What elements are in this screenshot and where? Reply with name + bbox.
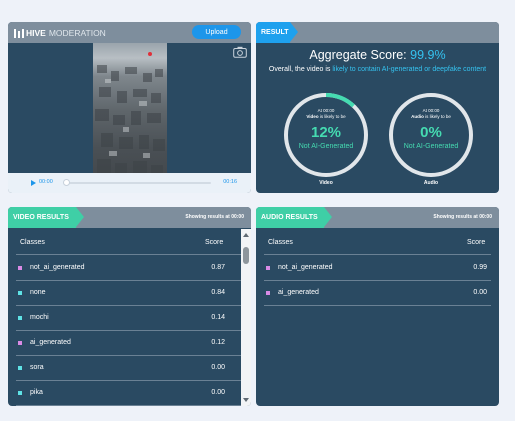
- upload-button[interactable]: Upload: [192, 25, 241, 39]
- scroll-thumb[interactable]: [243, 247, 249, 264]
- table-row: none 0.84: [8, 281, 251, 306]
- class-name: ai_generated: [278, 289, 319, 296]
- audio-gauge: At 00:00 Audio is likely to be 0% Not AI…: [388, 92, 474, 178]
- audio-results-tag: AUDIO RESULTS: [256, 207, 332, 228]
- video-results-tag: VIDEO RESULTS: [8, 207, 84, 228]
- table-row: sora 0.00: [8, 356, 251, 381]
- video-results-note: Showing results at 00:00: [185, 214, 244, 220]
- camera-icon[interactable]: [233, 46, 247, 58]
- video-gauge-caption: Video: [319, 180, 333, 186]
- class-color-dot: [18, 391, 22, 395]
- audio-results-tag-label: AUDIO RESULTS: [261, 214, 318, 221]
- class-color-dot: [18, 341, 22, 345]
- video-results-panel: VIDEO RESULTS Showing results at 00:00 C…: [8, 207, 251, 406]
- video-gauge-subject: Video: [306, 114, 319, 119]
- row-divider: [16, 405, 241, 406]
- overall-prefix: Overall, the video is: [268, 66, 331, 73]
- table-row: pika 0.00: [8, 381, 251, 406]
- class-color-dot: [18, 366, 22, 370]
- audio-gauge-label: Not AI-Generated: [403, 143, 459, 150]
- brand-moderation: MODERATION: [48, 28, 106, 38]
- video-col-score: Score: [205, 239, 224, 246]
- hive-bars-icon: [14, 28, 24, 38]
- hive-logo: HIVE MODERATION: [14, 28, 106, 38]
- video-gauge-label: Not AI-Generated: [298, 143, 354, 150]
- table-row: ai_generated 0.00: [256, 281, 499, 306]
- video-gauge-percent: 12%: [310, 124, 342, 141]
- scroll-down-icon[interactable]: [243, 398, 249, 402]
- brand-hive: HIVE: [26, 28, 46, 38]
- video-results-tag-label: VIDEO RESULTS: [13, 214, 69, 221]
- seek-bar[interactable]: [64, 182, 211, 184]
- result-tag-label: RESULT: [261, 29, 289, 36]
- scroll-up-icon[interactable]: [243, 233, 249, 237]
- video-head-divider: [16, 254, 241, 255]
- class-name: sora: [30, 364, 44, 371]
- aggregate-score: Aggregate Score: 99.9%: [256, 48, 499, 62]
- overall-summary: Overall, the video is likely to contain …: [264, 65, 491, 75]
- seek-handle[interactable]: [63, 179, 70, 186]
- class-score: 0.84: [211, 289, 225, 296]
- audio-col-classes: Classes: [268, 239, 293, 246]
- audio-results-panel: AUDIO RESULTS Showing results at 00:00 C…: [256, 207, 499, 406]
- current-time: 00:00: [39, 179, 53, 185]
- result-panel: RESULT Aggregate Score: 99.9% Overall, t…: [256, 22, 499, 193]
- class-score: 0.00: [473, 289, 487, 296]
- class-color-dot: [266, 266, 270, 270]
- class-score: 0.00: [211, 364, 225, 371]
- class-name: none: [30, 289, 46, 296]
- class-score: 0.87: [211, 264, 225, 271]
- video-results-scrollbar[interactable]: [241, 229, 251, 406]
- audio-gauge-subject: Audio: [411, 114, 424, 119]
- video-gauge: At 00:00 Video is likely to be 12% Not A…: [283, 92, 369, 178]
- audio-gauge-caption: Audio: [423, 180, 439, 186]
- audio-gauge-time: At 00:00: [422, 108, 440, 113]
- video-frame[interactable]: [93, 43, 167, 193]
- class-name: not_ai_generated: [278, 264, 333, 271]
- class-color-dot: [18, 316, 22, 320]
- city-aerial-image: [95, 52, 165, 186]
- class-score: 0.99: [473, 264, 487, 271]
- class-color-dot: [266, 291, 270, 295]
- class-score: 0.14: [211, 314, 225, 321]
- audio-results-note: Showing results at 00:00: [433, 214, 492, 220]
- class-color-dot: [18, 266, 22, 270]
- table-row: not_ai_generated 0.99: [256, 256, 499, 281]
- table-row: mochi 0.14: [8, 306, 251, 331]
- class-score: 0.12: [211, 339, 225, 346]
- aggregate-label: Aggregate Score:: [309, 48, 407, 62]
- overall-link[interactable]: likely to contain AI-generated or deepfa…: [332, 66, 486, 73]
- class-name: pika: [30, 389, 43, 396]
- audio-head-divider: [264, 254, 491, 255]
- class-name: not_ai_generated: [30, 264, 85, 271]
- audio-gauge-likely-text: is likely to be: [425, 114, 451, 119]
- video-gauge-likely: Video is likely to be: [283, 114, 369, 119]
- video-gauge-time: At 00:00: [317, 108, 335, 113]
- video-col-classes: Classes: [20, 239, 45, 246]
- video-controls: 00:00 00:16: [8, 173, 251, 193]
- audio-gauge-likely: Audio is likely to be: [388, 114, 474, 119]
- aggregate-value: 99.9%: [410, 48, 446, 62]
- audio-gauge-percent: 0%: [420, 124, 442, 141]
- class-color-dot: [18, 291, 22, 295]
- class-score: 0.00: [211, 389, 225, 396]
- video-gauge-likely-text: is likely to be: [319, 114, 346, 119]
- play-icon[interactable]: [31, 180, 36, 186]
- table-row: ai_generated 0.12: [8, 331, 251, 356]
- class-name: mochi: [30, 314, 49, 321]
- table-row: not_ai_generated 0.87: [8, 256, 251, 281]
- row-divider: [264, 305, 491, 306]
- video-panel: HIVE MODERATION Upload 00:00 00:16: [8, 22, 251, 193]
- class-name: ai_generated: [30, 339, 71, 346]
- total-time: 00:16: [223, 179, 237, 185]
- result-tag: RESULT: [256, 22, 298, 43]
- audio-col-score: Score: [467, 239, 486, 246]
